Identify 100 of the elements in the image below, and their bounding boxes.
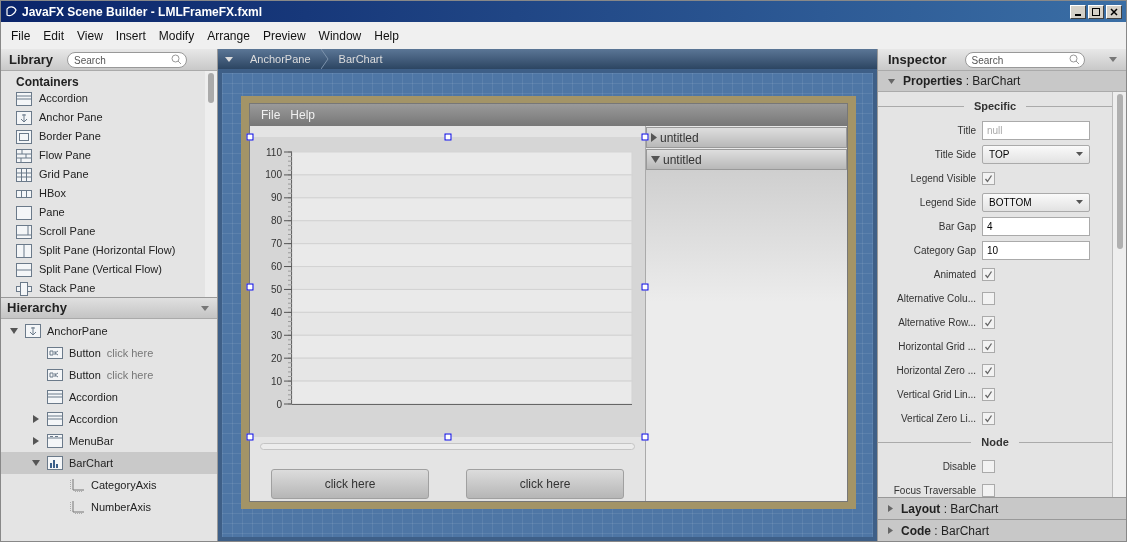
dropdown-arrow-icon[interactable] <box>1109 57 1117 62</box>
library-item[interactable]: Anchor Pane <box>16 108 205 127</box>
properties-header[interactable]: Properties : BarChart <box>878 71 1126 92</box>
tree-item-label: MenuBar <box>69 433 114 449</box>
library-item[interactable]: Split Pane (Vertical Flow) <box>16 260 205 279</box>
tree-item[interactable]: AnchorPane <box>1 320 217 342</box>
dropdown-arrow-icon[interactable] <box>225 56 233 62</box>
property-label: Alternative Row... <box>897 315 976 330</box>
checkbox[interactable] <box>982 267 995 281</box>
checkbox[interactable] <box>982 411 995 425</box>
text-field[interactable]: null <box>982 120 1090 140</box>
axis-label: 0 <box>276 398 282 410</box>
scroll-pane-icon <box>16 224 32 239</box>
menu-item[interactable]: Window <box>318 26 362 45</box>
accordion-icon <box>16 91 32 106</box>
property-label: Horizontal Grid ... <box>897 339 976 354</box>
expand-arrow-icon <box>651 133 657 142</box>
close-button[interactable] <box>1106 4 1122 19</box>
tree-item-label: Accordion <box>69 411 118 427</box>
property-label: Title <box>956 123 976 138</box>
title-pane-header[interactable]: untitled <box>646 127 847 148</box>
panel-title: Hierarchy <box>7 299 67 318</box>
breadcrumb-item[interactable]: BarChart <box>328 50 393 68</box>
library-item[interactable]: Split Pane (Horizontal Flow) <box>16 241 205 260</box>
checkbox[interactable] <box>982 459 995 473</box>
collapsed-panel-header[interactable]: Code : BarChart <box>878 519 1126 541</box>
text-field[interactable]: 10 <box>982 240 1090 260</box>
tree-item[interactable]: Button click here <box>1 364 217 386</box>
menu-item[interactable]: Help <box>374 26 399 45</box>
collapsed-panel-header[interactable]: Layout : BarChart <box>878 497 1126 519</box>
accordion-icon <box>47 390 63 404</box>
minimize-button[interactable] <box>1070 4 1086 19</box>
library-item[interactable]: Stack Pane <box>16 279 205 298</box>
scrollbar[interactable] <box>205 71 217 297</box>
collapse-arrow-icon[interactable] <box>32 460 40 466</box>
tree-item-label: Accordion <box>69 389 118 405</box>
tree-item[interactable]: Button click here <box>1 342 217 364</box>
stack-pane-icon <box>16 281 32 296</box>
menu-item[interactable]: View <box>77 26 103 45</box>
search-field[interactable]: Search <box>67 52 188 68</box>
checkbox[interactable] <box>982 363 995 377</box>
library-item[interactable]: Flow Pane <box>16 146 205 165</box>
library-item[interactable]: Scroll Pane <box>16 222 205 241</box>
expand-arrow-icon[interactable] <box>33 415 39 423</box>
selection-handle[interactable] <box>246 283 254 291</box>
choice-box[interactable]: TOP <box>982 144 1090 164</box>
text-field[interactable]: 4 <box>982 216 1090 236</box>
checkbox[interactable] <box>982 291 995 305</box>
panel-title: Inspector <box>888 50 947 69</box>
menu-item[interactable]: File <box>11 26 31 45</box>
tree-item[interactable]: MenuBar <box>1 430 217 452</box>
expand-arrow-icon[interactable] <box>33 437 39 445</box>
selection-handle[interactable] <box>444 133 451 141</box>
library-item[interactable]: Grid Pane <box>16 165 205 184</box>
checkbox[interactable] <box>982 483 995 497</box>
tree-item[interactable]: BarChart <box>1 452 217 474</box>
chevron-icon <box>320 49 329 69</box>
library-item[interactable]: Accordion <box>16 89 205 108</box>
scrollbar[interactable] <box>260 443 635 450</box>
menu-item[interactable]: Preview <box>262 26 306 45</box>
header-title: Properties : BarChart <box>903 73 1021 90</box>
form-button[interactable]: click here <box>271 469 429 499</box>
property-label: Legend Side <box>918 195 976 210</box>
search-field[interactable]: Search <box>964 52 1085 68</box>
tree-item[interactable]: Accordion <box>1 386 217 408</box>
axis-label: 100 <box>265 169 282 181</box>
checkbox[interactable] <box>982 171 995 185</box>
maximize-button[interactable] <box>1088 4 1104 19</box>
library-item[interactable]: Border Pane <box>16 127 205 146</box>
checkbox[interactable] <box>982 387 995 401</box>
collapse-arrow-icon[interactable] <box>10 328 18 334</box>
tree-item[interactable]: NumberAxis <box>1 496 217 518</box>
checkbox[interactable] <box>982 315 995 329</box>
title-pane-header[interactable]: untitled <box>646 149 847 170</box>
axis-label: 30 <box>270 329 282 341</box>
selection-handle[interactable] <box>246 433 254 441</box>
library-item[interactable]: HBox <box>16 184 205 203</box>
menu-bar-icon <box>47 434 63 448</box>
menu-item[interactable]: Arrange <box>207 26 250 45</box>
breadcrumb-item[interactable]: AnchorPane <box>240 50 321 68</box>
menu-item[interactable]: Insert <box>115 26 146 45</box>
collapse-arrow-icon <box>651 156 660 163</box>
scrollbar[interactable] <box>1112 92 1126 497</box>
choice-box[interactable]: BOTTOM <box>982 192 1090 212</box>
selection-handle[interactable] <box>246 133 254 141</box>
tree-item-detail: click here <box>106 345 154 361</box>
chart-area[interactable]: 110 100 90 80 70 60 50 40 30 20 10 0 <box>250 137 645 437</box>
selection-handle[interactable] <box>444 433 451 441</box>
property-label: Bar Gap <box>937 219 976 234</box>
menu-item[interactable]: Modify <box>158 26 195 45</box>
property-label: Legend Visible <box>909 171 976 186</box>
split-pane-icon <box>16 262 32 277</box>
library-item[interactable]: Pane <box>16 203 205 222</box>
form-button[interactable]: click here <box>466 469 624 499</box>
checkbox[interactable] <box>982 339 995 353</box>
tree-item[interactable]: CategoryAxis <box>1 474 217 496</box>
tree-item-label: BarChart <box>69 455 114 471</box>
dropdown-arrow-icon[interactable] <box>201 305 209 311</box>
menu-item[interactable]: Edit <box>43 26 65 45</box>
tree-item[interactable]: Accordion <box>1 408 217 430</box>
